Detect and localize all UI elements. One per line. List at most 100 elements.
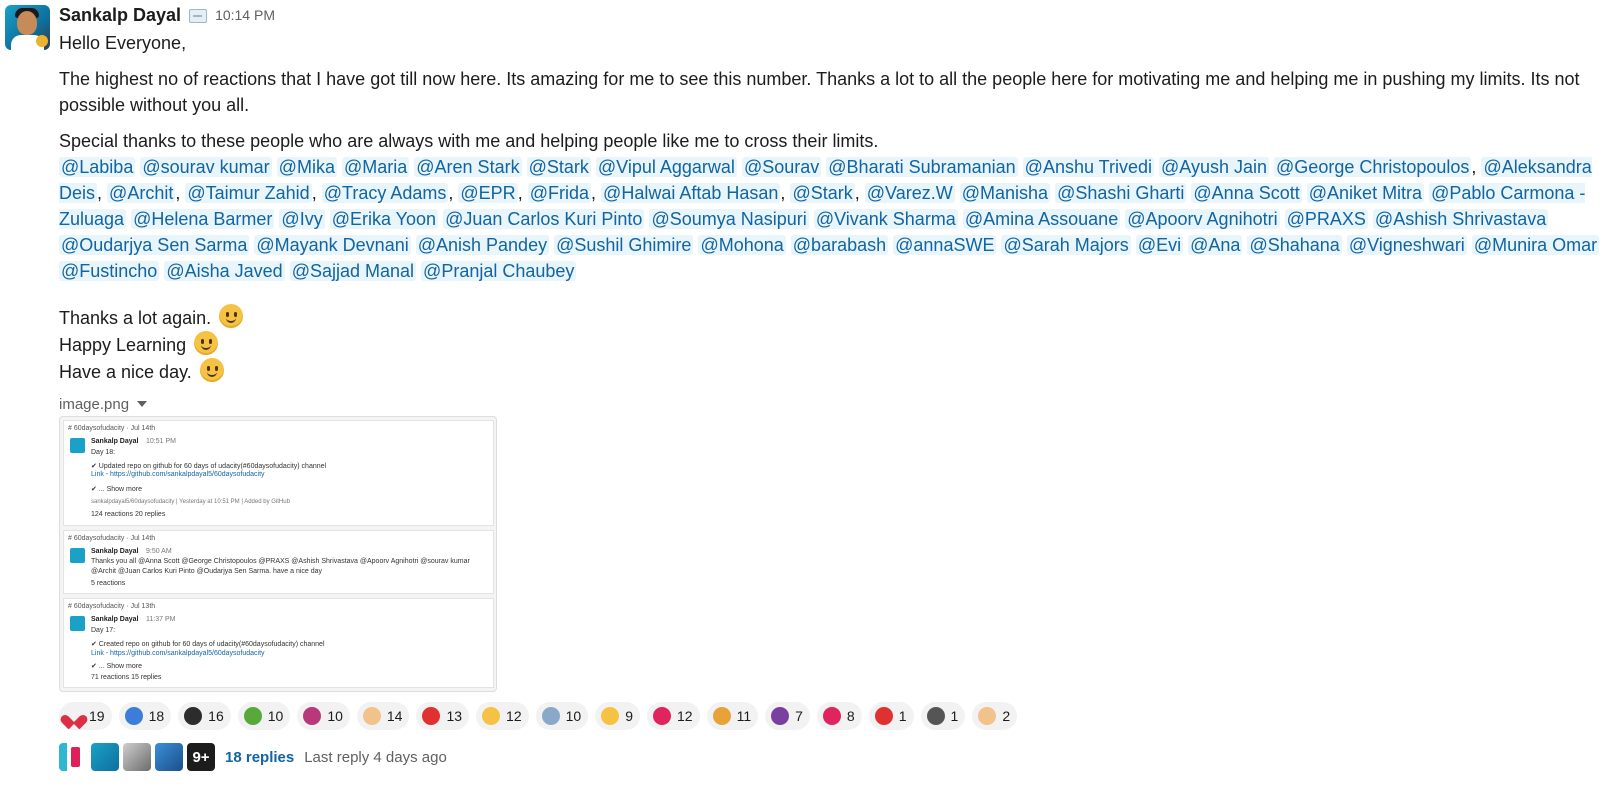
preview-message: # 60daysofudacity · Jul 14th Sankalp Day… — [63, 420, 494, 526]
preview-author: Sankalp Dayal — [91, 438, 139, 445]
user-mention[interactable]: @Sushil Ghimire — [554, 235, 694, 255]
reaction-pill[interactable]: 10 — [297, 702, 350, 730]
user-mention[interactable]: @Vivank Sharma — [813, 209, 958, 229]
preview-author: Sankalp Dayal — [91, 548, 139, 555]
user-mention[interactable]: @Ashish Shrivastava — [1372, 209, 1549, 229]
reaction-pill[interactable]: 10 — [237, 702, 291, 730]
target-icon — [653, 707, 671, 725]
user-mention[interactable]: @Vigneshwari — [1346, 235, 1467, 255]
preview-link: Link - https://github.com/sankalpdayal5/… — [91, 471, 265, 478]
replies-link[interactable]: 18 replies — [225, 749, 294, 766]
last-reply-text: Last reply 4 days ago — [304, 748, 447, 766]
caret-down-icon[interactable] — [137, 401, 148, 407]
user-mention[interactable]: @Frida — [527, 183, 592, 203]
user-mention[interactable]: @George Christopoulos — [1274, 157, 1472, 177]
user-mention[interactable]: @Helena Barmer — [131, 209, 275, 229]
user-mention[interactable]: @Apoorv Agnihotri — [1125, 209, 1280, 229]
user-mention[interactable]: @Munira Omar — [1471, 235, 1600, 255]
attachment-filename[interactable]: image.png — [59, 396, 129, 413]
user-mention[interactable]: @barabash — [790, 235, 889, 255]
user-mention[interactable]: @Halwai Aftab Hasan — [601, 183, 781, 203]
user-mention[interactable]: @Erika Yoon — [329, 209, 439, 229]
mention-separator: , — [175, 183, 181, 203]
reaction-pill[interactable]: 11 — [706, 702, 759, 730]
closing-text: Happy Learning — [59, 335, 187, 355]
message-timestamp[interactable]: 10:14 PM — [215, 7, 275, 23]
preview-avatar — [70, 616, 85, 631]
tada-icon — [712, 707, 731, 725]
user-mention[interactable]: @Archit — [107, 183, 176, 203]
user-mention[interactable]: @EPR — [458, 183, 518, 203]
user-mention[interactable]: @Tracy Adams — [321, 183, 449, 203]
reaction-pill[interactable]: 18 — [118, 702, 172, 730]
reaction-count: 13 — [446, 708, 463, 724]
user-mention[interactable]: @annaSWE — [893, 235, 997, 255]
user-mention[interactable]: @Mika — [276, 157, 337, 177]
user-mention[interactable]: @PRAXS — [1284, 209, 1368, 229]
user-mention[interactable]: @Manisha — [959, 183, 1051, 203]
author-avatar[interactable] — [5, 5, 50, 50]
user-mention[interactable]: @Anish Pandey — [415, 235, 550, 255]
user-mention[interactable]: @Mayank Devnani — [254, 235, 411, 255]
thread-summary[interactable]: 9+ 18 replies Last reply 4 days ago — [59, 742, 447, 772]
preview-time: 9:50 AM — [146, 548, 172, 555]
paragraph-special-thanks: Special thanks to these people who are a… — [59, 131, 879, 151]
user-mention[interactable]: @Stark — [526, 157, 591, 177]
reaction-count: 14 — [386, 708, 403, 724]
replier-avatar — [123, 743, 151, 771]
user-mention[interactable]: @Ana — [1188, 235, 1243, 255]
reaction-pill[interactable]: 1 — [868, 702, 914, 730]
user-mention[interactable]: @Ayush Jain — [1159, 157, 1270, 177]
preview-line: ✔ ... Show more — [91, 663, 142, 670]
user-mention[interactable]: @Varez.W — [864, 183, 955, 203]
reaction-pill[interactable]: 8 — [816, 702, 862, 730]
reaction-count: 7 — [795, 708, 803, 724]
user-mention[interactable]: @Aisha Javed — [164, 261, 285, 281]
user-mention[interactable]: @Shahana — [1247, 235, 1342, 255]
user-mention[interactable]: @Mohona — [698, 235, 786, 255]
attachment-image[interactable]: # 60daysofudacity · Jul 14th Sankalp Day… — [59, 416, 497, 692]
user-mention[interactable]: @Juan Carlos Kuri Pinto — [443, 209, 645, 229]
reaction-pill[interactable]: 12 — [476, 702, 529, 730]
user-mention[interactable]: @Anshu Trivedi — [1022, 157, 1154, 177]
reaction-pill[interactable]: 7 — [765, 702, 810, 730]
user-mention[interactable]: @Aren Stark — [414, 157, 522, 177]
user-mention[interactable]: @Vipul Aggarwal — [595, 157, 737, 177]
user-mention[interactable]: @Oudarjya Sen Sarma — [59, 235, 250, 255]
reaction-pill[interactable]: 14 — [356, 702, 410, 730]
reaction-pill[interactable]: 10 — [535, 702, 589, 730]
user-mention[interactable]: @Shashi Gharti — [1055, 183, 1187, 203]
user-mention[interactable]: @Bharati Subramanian — [826, 157, 1018, 177]
user-mention[interactable]: @Anna Scott — [1191, 183, 1302, 203]
reaction-count: 19 — [89, 708, 105, 724]
user-mention[interactable]: @Pranjal Chaubey — [421, 261, 577, 281]
author-name[interactable]: Sankalp Dayal — [59, 5, 181, 26]
user-mention[interactable]: @Sajjad Manal — [289, 261, 417, 281]
user-mention[interactable]: @Stark — [790, 183, 855, 203]
user-mention[interactable]: @Aniket Mitra — [1306, 183, 1425, 203]
preview-message: # 60daysofudacity · Jul 14th Sankalp Day… — [63, 530, 494, 594]
reaction-pill[interactable]: 19 — [59, 702, 112, 730]
closing-line: Thanks a lot again. — [59, 304, 1604, 331]
user-mention[interactable]: @Amina Assouane — [962, 209, 1121, 229]
reaction-pill[interactable]: 2 — [972, 702, 1018, 730]
user-mention[interactable]: @Sarah Majors — [1001, 235, 1131, 255]
reaction-pill[interactable]: 13 — [416, 702, 470, 730]
user-mention[interactable]: @Evi — [1135, 235, 1184, 255]
dancing-figure-icon — [243, 707, 262, 725]
reaction-pill[interactable]: 9 — [595, 702, 640, 730]
raised-hands-icon — [978, 707, 997, 725]
user-mention[interactable]: @Sourav — [741, 157, 822, 177]
user-mention[interactable]: @Soumya Nasipuri — [649, 209, 809, 229]
user-mention[interactable]: @Ivy — [279, 209, 325, 229]
user-mention[interactable]: @Fustincho — [59, 261, 160, 281]
reaction-pill[interactable]: 16 — [178, 702, 231, 730]
thank-you-icon — [124, 707, 143, 725]
reaction-pill[interactable]: 12 — [647, 702, 700, 730]
user-mention[interactable]: @Labiba — [59, 157, 136, 177]
attachment-header[interactable]: image.png — [59, 391, 1604, 417]
user-mention[interactable]: @Taimur Zahid — [185, 183, 312, 203]
reaction-pill[interactable]: 1 — [920, 702, 966, 730]
user-mention[interactable]: @sourav kumar — [140, 157, 272, 177]
user-mention[interactable]: @Maria — [341, 157, 410, 177]
